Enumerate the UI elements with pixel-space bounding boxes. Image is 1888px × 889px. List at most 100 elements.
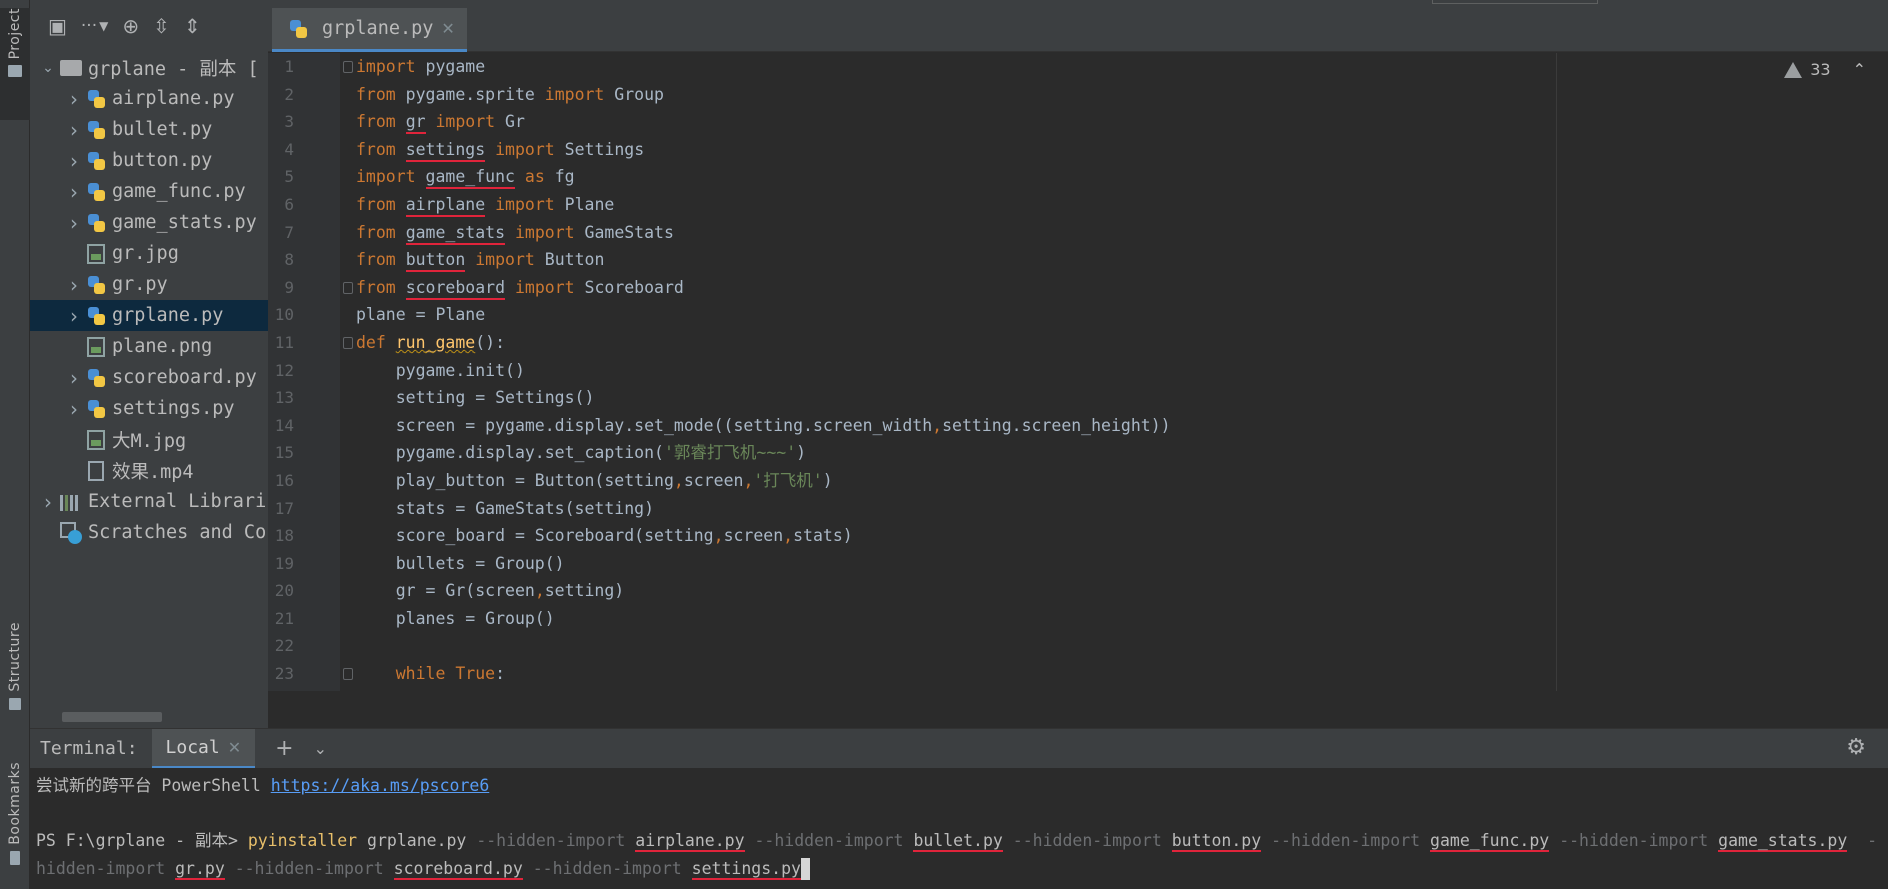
code-line[interactable]: from airplane import Plane: [356, 191, 1556, 219]
python-file-icon: [86, 275, 106, 295]
code-line[interactable]: plane = Plane: [356, 301, 1556, 329]
collapse-all-icon[interactable]: ⇕: [184, 16, 201, 36]
tree-item[interactable]: › External Librari: [30, 486, 268, 517]
code-line[interactable]: from scoreboard import Scoreboard: [356, 274, 1556, 302]
chevron-right-icon[interactable]: ›: [66, 180, 82, 204]
tab-label: grplane.py: [322, 18, 434, 39]
code-line[interactable]: def run_game():: [356, 329, 1556, 357]
code-line[interactable]: import pygame: [356, 53, 1556, 81]
fold-marker-icon[interactable]: [343, 61, 353, 73]
bookmarks-tool-tab[interactable]: Bookmarks: [0, 762, 30, 874]
chevron-right-icon[interactable]: ›: [66, 273, 82, 297]
terminal-main-file: grplane.py: [357, 831, 477, 850]
code-line[interactable]: from pygame.sprite import Group: [356, 81, 1556, 109]
inspection-widget[interactable]: 33 ⌃: [1784, 60, 1866, 79]
folder-icon: [60, 59, 82, 76]
image-file-icon: [87, 429, 105, 450]
top-toolbar-widget[interactable]: [1432, 0, 1598, 4]
structure-tool-tab[interactable]: Structure: [0, 622, 30, 732]
close-icon[interactable]: ✕: [228, 738, 241, 757]
code-line[interactable]: [356, 632, 1556, 660]
tree-item[interactable]: 效果.mp4: [30, 455, 268, 486]
code-line[interactable]: from button import Button: [356, 246, 1556, 274]
view-mode-icon[interactable]: ▣: [48, 16, 67, 36]
tree-item[interactable]: Scratches and Co: [30, 517, 268, 548]
project-tool-tab[interactable]: Project: [0, 8, 30, 120]
terminal-line: 尝试新的跨平台 PowerShell https://aka.ms/pscore…: [36, 772, 1888, 800]
tree-item[interactable]: plane.png: [30, 331, 268, 362]
plus-icon[interactable]: +: [275, 736, 293, 761]
python-file-icon: [288, 19, 308, 39]
code-line[interactable]: pygame.display.set_caption('郭睿打飞机~~~'): [356, 439, 1556, 467]
hidden-import-flag: --hidden-import: [234, 858, 384, 878]
terminal-continuation: -: [1857, 831, 1878, 850]
tree-item[interactable]: › scoreboard.py: [30, 362, 268, 393]
code-line[interactable]: from settings import Settings: [356, 136, 1556, 164]
code-editor[interactable]: import pygame from pygame.sprite import G…: [356, 53, 1556, 691]
fold-marker-icon[interactable]: [343, 337, 353, 349]
hidden-import-flag: --hidden-import: [1012, 831, 1162, 850]
python-file-icon: [86, 368, 106, 388]
code-line[interactable]: stats = GameStats(setting): [356, 495, 1556, 523]
project-toolbar: ▣ ··· ▼ ⊕ ⇳ ⇕: [30, 0, 268, 52]
code-line[interactable]: gr = Gr(screen,setting): [356, 577, 1556, 605]
chevron-right-icon[interactable]: ›: [66, 149, 82, 173]
gear-icon[interactable]: ⚙: [1846, 735, 1866, 760]
hidden-import-module: bullet.py: [913, 831, 1003, 852]
tree-item[interactable]: 大M.jpg: [30, 424, 268, 455]
code-line[interactable]: while True:: [356, 660, 1556, 688]
tree-item[interactable]: › bullet.py: [30, 114, 268, 145]
hidden-import-module: game_stats.py: [1718, 831, 1848, 852]
hidden-import-flag: --hidden-import: [754, 831, 904, 850]
fold-marker-icon[interactable]: [343, 668, 353, 681]
terminal-tab-local[interactable]: Local ✕: [151, 728, 256, 769]
chevron-right-icon[interactable]: ›: [66, 366, 82, 390]
image-file-icon: [87, 243, 105, 264]
fold-marker-icon[interactable]: [343, 281, 353, 294]
code-line[interactable]: screen = pygame.display.set_mode((settin…: [356, 412, 1556, 440]
chevron-up-icon[interactable]: ⌃: [1853, 60, 1866, 79]
close-icon[interactable]: ✕: [441, 19, 454, 38]
powershell-link[interactable]: https://aka.ms/pscore6: [271, 776, 490, 795]
code-line[interactable]: setting = Settings(): [356, 384, 1556, 412]
tab-grplane-py[interactable]: grplane.py ✕: [272, 8, 467, 52]
chevron-down-icon[interactable]: ⌄: [40, 60, 56, 76]
code-line[interactable]: from game_stats import GameStats: [356, 219, 1556, 247]
more-options-button[interactable]: ···: [81, 17, 97, 35]
tree-item[interactable]: › button.py: [30, 145, 268, 176]
chevron-right-icon[interactable]: ›: [66, 211, 82, 235]
chevron-right-icon[interactable]: ›: [66, 118, 82, 142]
chevron-right-icon[interactable]: ›: [40, 490, 56, 514]
hidden-import-flag: --hidden-import: [476, 831, 626, 850]
tree-item[interactable]: › settings.py: [30, 393, 268, 424]
code-line[interactable]: play_button = Button(setting,screen,'打飞机…: [356, 467, 1556, 495]
code-line[interactable]: score_board = Scoreboard(setting,screen,…: [356, 522, 1556, 550]
code-line[interactable]: bullets = Group(): [356, 550, 1556, 578]
hidden-import-flag: --hidden-import: [1271, 831, 1421, 850]
chevron-right-icon[interactable]: ›: [66, 87, 82, 111]
locate-file-icon[interactable]: ⊕: [122, 16, 139, 36]
chevron-right-icon[interactable]: ›: [66, 397, 82, 421]
chevron-down-icon[interactable]: ▼: [99, 20, 108, 32]
tree-item[interactable]: ⌄ grplane - 副本 [: [30, 52, 268, 83]
code-line[interactable]: import game_func as fg: [356, 163, 1556, 191]
tree-item[interactable]: › gr.py: [30, 269, 268, 300]
chevron-right-icon[interactable]: ›: [66, 304, 82, 328]
line-number: 16: [274, 470, 294, 490]
project-tree: ⌄ grplane - 副本 [› airplane.py › bullet.py › bu…: [30, 52, 268, 548]
tree-item[interactable]: › airplane.py: [30, 83, 268, 114]
expand-all-icon[interactable]: ⇳: [153, 16, 170, 36]
tree-item[interactable]: › grplane.py: [30, 300, 268, 331]
terminal-output[interactable]: 尝试新的跨平台 PowerShell https://aka.ms/pscore…: [30, 768, 1888, 889]
code-line[interactable]: from gr import Gr: [356, 108, 1556, 136]
chevron-down-icon[interactable]: ⌄: [314, 739, 327, 758]
tree-item[interactable]: › game_stats.py: [30, 207, 268, 238]
horizontal-scrollbar[interactable]: [62, 712, 162, 722]
tree-item[interactable]: › game_func.py: [30, 176, 268, 207]
tree-item[interactable]: gr.jpg: [30, 238, 268, 269]
line-number: 12: [274, 360, 294, 380]
code-line[interactable]: planes = Group(): [356, 605, 1556, 633]
code-line[interactable]: pygame.init(): [356, 357, 1556, 385]
hidden-import-flag: hidden-import: [36, 858, 166, 878]
tree-item-label: game_stats.py: [112, 212, 257, 233]
